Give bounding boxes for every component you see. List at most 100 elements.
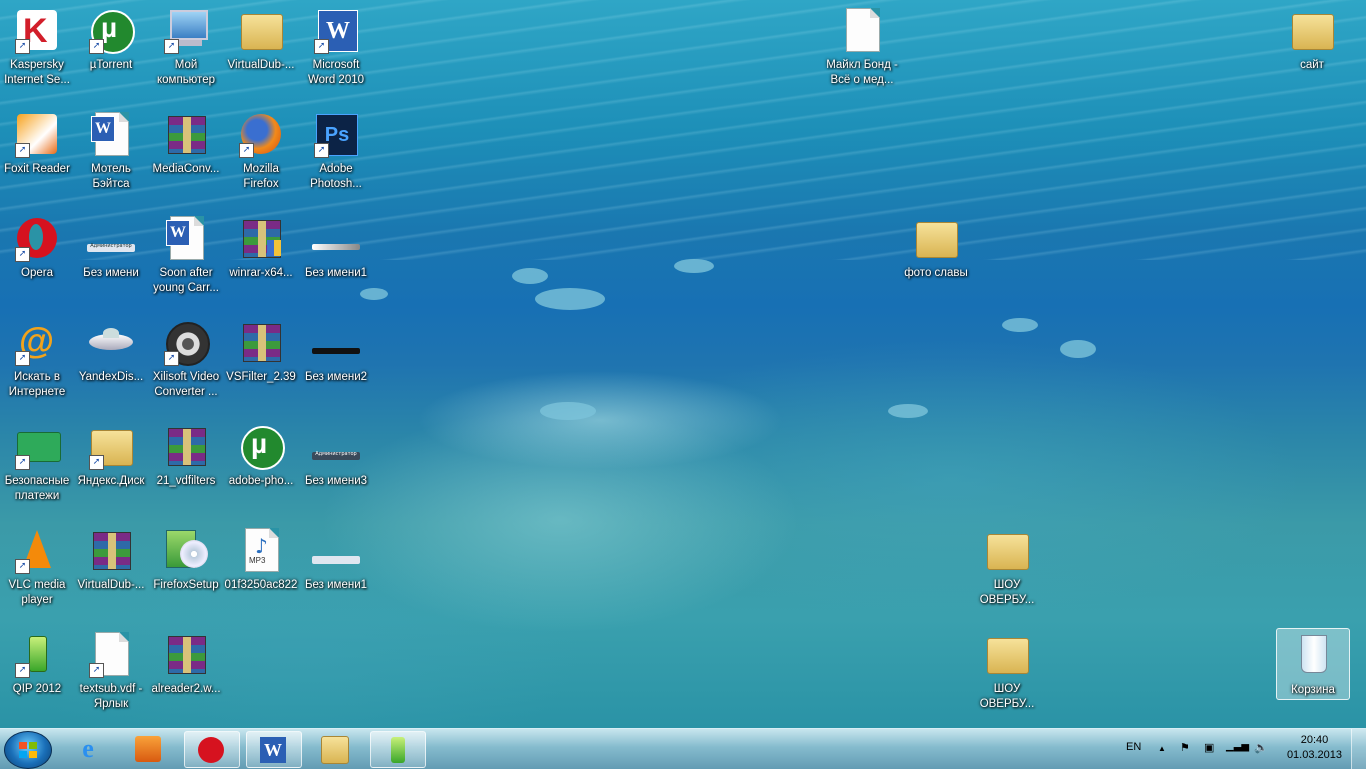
- fish: [888, 404, 928, 418]
- foto-slavy-label: фото славы: [904, 267, 968, 279]
- windows-logo-icon: [19, 742, 37, 758]
- my-computer-icon[interactable]: ➚ Мой компьютер: [149, 0, 223, 100]
- qip-taskbar-button[interactable]: [370, 731, 426, 768]
- bez-imeni3-icon[interactable]: Администратор Без имени3: [299, 416, 373, 516]
- xilisoft-icon[interactable]: ➚ Xilisoft Video Converter ...: [149, 312, 223, 412]
- recycle-bin-label: Корзина: [1291, 684, 1335, 696]
- show-hidden-icons-button[interactable]: ▲: [1158, 744, 1166, 753]
- opera-taskbar-icon: [198, 737, 224, 763]
- vlc-label: VLC media player: [8, 579, 66, 606]
- virtualdub-archive-icon[interactable]: VirtualDub-...: [74, 520, 148, 620]
- bez-imeni1-second-icon[interactable]: Без имени1: [299, 520, 373, 620]
- signal-strength-icon[interactable]: ▁▃▅: [1226, 741, 1249, 752]
- language-indicator[interactable]: EN: [1126, 741, 1141, 753]
- firefoxsetup-label: FirefoxSetup: [153, 579, 219, 591]
- desktop: K ➚ Kaspersky Internet Se... ➚ Foxit Read…: [0, 0, 1366, 728]
- qip-label: QIP 2012: [12, 683, 62, 695]
- show1-folder-icon[interactable]: ШОУ ОВЕРБУ...: [970, 520, 1044, 620]
- sait-label: сайт: [1300, 59, 1324, 71]
- winrar-installer-icon[interactable]: winrar-x64...: [224, 208, 298, 308]
- show2-folder-icon[interactable]: ШОУ ОВЕРБУ...: [970, 624, 1044, 724]
- mediaconv-label: MediaConv...: [152, 163, 220, 175]
- adobe-pho-label: adobe-pho...: [228, 475, 294, 487]
- utorrent-icon[interactable]: µ ➚ µTorrent: [74, 0, 148, 100]
- bez-imeni2-label: Без имени2: [304, 371, 368, 383]
- bez-imeni-icon[interactable]: Администратор Без имени: [74, 208, 148, 308]
- word-2010-icon[interactable]: W ➚ Microsoft Word 2010: [299, 0, 373, 100]
- show-desktop-button[interactable]: [1351, 729, 1366, 769]
- explorer-taskbar-button[interactable]: [308, 731, 362, 766]
- clock-date: 01.03.2013: [1286, 749, 1342, 761]
- virtualdub-archive-label: VirtualDub-...: [77, 579, 145, 591]
- taskbar: e W EN ▲ ⚑ ▣ ▁▃▅ 🔈 20:40 01.03.2013: [0, 728, 1366, 769]
- vsfilter-archive-icon[interactable]: VSFilter_2.39: [224, 312, 298, 412]
- kaspersky-label: Kaspersky Internet Se...: [4, 59, 70, 86]
- clock-time: 20:40: [1300, 734, 1329, 746]
- michael-bond-document-icon[interactable]: Майкл Бонд - Всё о мед...: [825, 0, 899, 100]
- volume-icon[interactable]: 🔈: [1254, 741, 1268, 754]
- foxit-reader-label: Foxit Reader: [4, 163, 70, 175]
- adobe-photo-utorrent-icon[interactable]: µ adobe-pho...: [224, 416, 298, 516]
- search-internet-icon[interactable]: @ ➚ Искать в Интернете: [0, 312, 74, 412]
- textsub-shortcut-icon[interactable]: ➚ textsub.vdf - Ярлык: [74, 624, 148, 724]
- my-computer-label: Мой компьютер: [157, 59, 215, 86]
- vlc-icon[interactable]: ➚ VLC media player: [0, 520, 74, 620]
- yandex-disk-folder-icon[interactable]: ➚ Яндекс.Диск: [74, 416, 148, 516]
- photoshop-label: Adobe Photosh...: [310, 163, 362, 190]
- opera-icon[interactable]: ➚ Opera: [0, 208, 74, 308]
- folder-icon: [321, 736, 349, 764]
- foxit-reader-icon[interactable]: ➚ Foxit Reader: [0, 104, 74, 204]
- fish: [512, 268, 548, 284]
- kaspersky-icon[interactable]: K ➚ Kaspersky Internet Se...: [0, 0, 74, 100]
- vdfilters-label: 21_vdfilters: [156, 475, 216, 487]
- action-center-flag-icon[interactable]: ⚑: [1180, 741, 1190, 754]
- safe-payments-icon[interactable]: ➚ Безопасные платежи: [0, 416, 74, 516]
- internet-explorer-taskbar-button[interactable]: e: [62, 731, 116, 766]
- motel-document-icon[interactable]: W Мотель Бэйтса: [74, 104, 148, 204]
- word-taskbar-button[interactable]: W: [246, 731, 302, 768]
- vdfilters-archive-icon[interactable]: 21_vdfilters: [149, 416, 223, 516]
- clock[interactable]: 20:40 01.03.2013: [1287, 733, 1342, 763]
- word-taskbar-icon: W: [260, 737, 286, 763]
- fish: [540, 402, 596, 420]
- recycle-bin-icon[interactable]: Корзина: [1276, 628, 1350, 700]
- opera-label: Opera: [21, 267, 53, 279]
- bez-imeni2-icon[interactable]: Без имени2: [299, 312, 373, 412]
- search-internet-label: Искать в Интернете: [8, 371, 66, 398]
- fish: [535, 288, 605, 310]
- soon-after-label: Soon after young Carr...: [153, 267, 219, 294]
- media-player-taskbar-button[interactable]: [122, 731, 176, 766]
- soon-after-document-icon[interactable]: W Soon after young Carr...: [149, 208, 223, 308]
- photoshop-icon[interactable]: Ps ➚ Adobe Photosh...: [299, 104, 373, 204]
- utorrent-label: µTorrent: [89, 59, 133, 71]
- bez-imeni1-second-label: Без имени1: [304, 579, 368, 591]
- fish: [1002, 318, 1038, 332]
- yandex-disk-label: Яндекс.Диск: [77, 475, 145, 487]
- mp3-label: 01f3250ac822: [224, 579, 298, 591]
- show1-label: ШОУ ОВЕРБУ...: [979, 579, 1035, 606]
- firefox-label: Mozilla Firefox: [243, 163, 279, 190]
- sait-folder-icon[interactable]: сайт: [1275, 0, 1349, 100]
- firefoxsetup-icon[interactable]: FirefoxSetup: [149, 520, 223, 620]
- virtualdub-folder-icon[interactable]: VirtualDub-...: [224, 0, 298, 100]
- qip-taskbar-icon: [391, 737, 405, 763]
- show2-label: ШОУ ОВЕРБУ...: [979, 683, 1035, 710]
- textsub-label: textsub.vdf - Ярлык: [79, 683, 143, 710]
- network-device-icon[interactable]: ▣: [1204, 741, 1214, 754]
- virtualdub-folder-label: VirtualDub-...: [227, 59, 295, 71]
- fish: [674, 259, 714, 273]
- qip-icon[interactable]: ➚ QIP 2012: [0, 624, 74, 724]
- alreader-archive-icon[interactable]: alreader2.w...: [149, 624, 223, 724]
- foto-slavy-folder-icon[interactable]: фото славы: [899, 208, 973, 308]
- yandexdisk-shortcut-icon[interactable]: YandexDis...: [74, 312, 148, 412]
- fish: [1060, 340, 1096, 358]
- mp3-file-icon[interactable]: ♪ MP3 01f3250ac822: [224, 520, 298, 620]
- mediaconv-archive-icon[interactable]: MediaConv...: [149, 104, 223, 204]
- bez-imeni-label: Без имени: [83, 267, 139, 279]
- word-2010-label: Microsoft Word 2010: [307, 59, 365, 86]
- system-tray: EN ▲ ⚑ ▣ ▁▃▅ 🔈 20:40 01.03.2013: [1116, 729, 1366, 769]
- bez-imeni1-icon[interactable]: Без имени1: [299, 208, 373, 308]
- start-button[interactable]: [4, 731, 52, 769]
- firefox-icon[interactable]: ➚ Mozilla Firefox: [224, 104, 298, 204]
- opera-taskbar-button[interactable]: [184, 731, 240, 768]
